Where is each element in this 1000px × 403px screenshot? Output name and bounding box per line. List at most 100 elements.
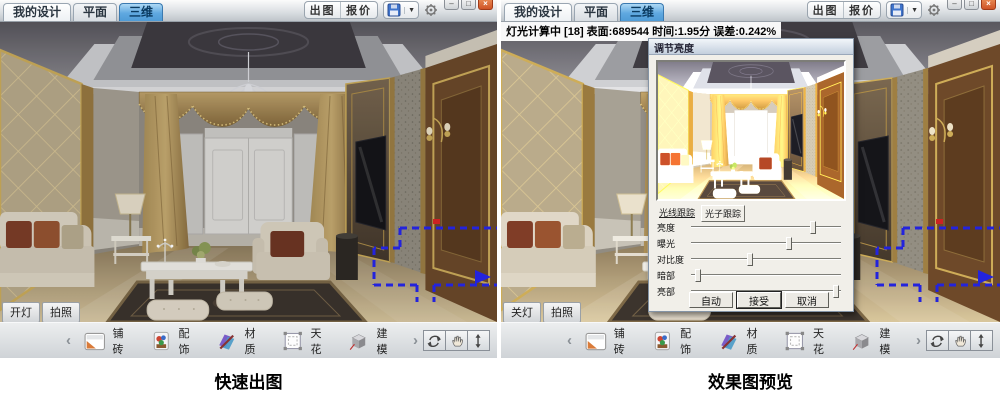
- view-tools: [424, 330, 490, 351]
- window-controls: – □ ×: [945, 0, 996, 21]
- minimize-button[interactable]: –: [947, 0, 962, 10]
- tab-3d[interactable]: 三维: [119, 3, 163, 21]
- save-button[interactable]: ▼: [383, 1, 419, 19]
- slider-thumb[interactable]: [810, 221, 816, 234]
- viewport-tabs: 开灯 拍照: [2, 302, 80, 323]
- ceiling-icon: [784, 330, 806, 352]
- tool-model[interactable]: 建模: [851, 325, 903, 357]
- tool-tile[interactable]: 铺砖: [84, 325, 136, 357]
- restore-button[interactable]: □: [461, 0, 476, 10]
- caption-quick-render: 快速出图: [0, 358, 497, 403]
- dialog-buttons: 自动 接受 取消: [649, 292, 853, 309]
- save-dropdown-arrow[interactable]: ▼: [907, 7, 918, 14]
- minimize-button[interactable]: –: [444, 0, 459, 10]
- toolbar-prev-arrow[interactable]: ‹: [567, 332, 572, 349]
- model-icon: [348, 330, 370, 352]
- save-dropdown-arrow[interactable]: ▼: [404, 7, 415, 14]
- slider-track[interactable]: [691, 226, 841, 228]
- exposure-slider[interactable]: 曝光: [657, 236, 843, 249]
- bottom-toolbar: ‹ 铺砖 配饰 材质 天花 建模 ›: [501, 322, 1000, 358]
- elevate-tool[interactable]: [467, 330, 490, 351]
- save-icon: [387, 3, 401, 17]
- header-button-group: 出图 报价: [304, 1, 378, 19]
- caption-render-preview: 效果图预览: [501, 358, 1000, 403]
- toolbar-prev-arrow[interactable]: ‹: [66, 332, 71, 349]
- close-button[interactable]: ×: [981, 0, 996, 10]
- tool-decor[interactable]: 配饰: [651, 325, 703, 357]
- tool-ceiling[interactable]: 天花: [784, 325, 836, 357]
- viewport-tabs: 关灯 拍照: [503, 302, 581, 323]
- material-icon: [216, 330, 238, 352]
- toolbar-next-arrow[interactable]: ›: [413, 332, 418, 349]
- up-down-arrow-icon: [974, 333, 989, 348]
- render-viewport[interactable]: 开灯 拍照: [0, 22, 497, 322]
- view-tools: [927, 330, 993, 351]
- snapshot-tab[interactable]: 拍照: [42, 302, 80, 323]
- snapshot-tab[interactable]: 拍照: [543, 302, 581, 323]
- hand-icon: [449, 333, 464, 348]
- shadows-slider[interactable]: 暗部: [657, 268, 843, 281]
- slider-track[interactable]: [691, 242, 841, 244]
- gear-icon[interactable]: [927, 3, 941, 17]
- pan-tool[interactable]: [445, 330, 468, 351]
- contrast-slider[interactable]: 对比度: [657, 252, 843, 265]
- save-icon: [890, 3, 904, 17]
- tab-3d[interactable]: 三维: [620, 3, 664, 21]
- slider-track[interactable]: [691, 274, 841, 276]
- render-output-button[interactable]: 出图: [808, 2, 844, 18]
- window-controls: – □ ×: [442, 0, 493, 21]
- panel-render-preview: 我的设计 平面 三维 出图 报价 ▼ – □ × 灯光计算中 [18] 表面:6…: [501, 0, 1000, 358]
- orbit-icon: [930, 333, 945, 348]
- quote-button[interactable]: 报价: [341, 2, 377, 18]
- slider-thumb[interactable]: [695, 269, 701, 282]
- elevate-tool[interactable]: [970, 330, 993, 351]
- render-preview-image: [656, 60, 846, 201]
- tool-tile[interactable]: 铺砖: [585, 325, 637, 357]
- restore-button[interactable]: □: [964, 0, 979, 10]
- app-window: 我的设计 平面 三维 出图 报价 ▼ – □ × 开灯: [0, 0, 1000, 403]
- tile-icon: [585, 330, 607, 352]
- ceiling-icon: [282, 330, 304, 352]
- model-icon: [851, 330, 873, 352]
- light-on-tab[interactable]: 开灯: [2, 302, 40, 323]
- header-bar: 我的设计 平面 三维 出图 报价 ▼ – □ ×: [501, 0, 1000, 22]
- light-off-tab[interactable]: 关灯: [503, 302, 541, 323]
- pan-tool[interactable]: [948, 330, 971, 351]
- hand-icon: [952, 333, 967, 348]
- render-output-button[interactable]: 出图: [305, 2, 341, 18]
- tab-plan[interactable]: 平面: [73, 3, 117, 21]
- dialog-title[interactable]: 调节亮度: [649, 39, 853, 55]
- tab-my-design[interactable]: 我的设计: [3, 3, 71, 21]
- tool-material[interactable]: 材质: [216, 325, 268, 357]
- orbit-tool[interactable]: [423, 330, 446, 351]
- save-button[interactable]: ▼: [886, 1, 922, 19]
- orbit-icon: [427, 333, 442, 348]
- material-icon: [718, 330, 740, 352]
- camera-path-overlay: [863, 217, 1000, 322]
- tool-ceiling[interactable]: 天花: [282, 325, 334, 357]
- accept-button[interactable]: 接受: [737, 292, 781, 308]
- cancel-button[interactable]: 取消: [785, 292, 829, 308]
- slider-track[interactable]: [691, 258, 841, 260]
- panel-quick-render: 我的设计 平面 三维 出图 报价 ▼ – □ × 开灯: [0, 0, 497, 358]
- slider-thumb[interactable]: [747, 253, 753, 266]
- tool-decor[interactable]: 配饰: [150, 325, 202, 357]
- gear-icon[interactable]: [424, 3, 438, 17]
- header-button-group: 出图 报价: [807, 1, 881, 19]
- auto-button[interactable]: 自动: [689, 292, 733, 308]
- close-button[interactable]: ×: [478, 0, 493, 10]
- header-bar: 我的设计 平面 三维 出图 报价 ▼ – □ ×: [0, 0, 497, 22]
- slider-thumb[interactable]: [786, 237, 792, 250]
- tool-model[interactable]: 建模: [348, 325, 400, 357]
- quote-button[interactable]: 报价: [844, 2, 880, 18]
- orbit-tool[interactable]: [926, 330, 949, 351]
- brightness-slider[interactable]: 亮度: [657, 220, 843, 233]
- up-down-arrow-icon: [471, 333, 486, 348]
- tile-icon: [84, 330, 106, 352]
- tab-plan[interactable]: 平面: [574, 3, 618, 21]
- toolbar-next-arrow[interactable]: ›: [916, 332, 921, 349]
- tool-material[interactable]: 材质: [718, 325, 770, 357]
- decor-icon: [651, 330, 673, 352]
- tab-my-design[interactable]: 我的设计: [504, 3, 572, 21]
- adjust-brightness-dialog: 调节亮度 光线跟踪 光子跟踪 亮度 曝光 对比度 暗部: [648, 38, 854, 312]
